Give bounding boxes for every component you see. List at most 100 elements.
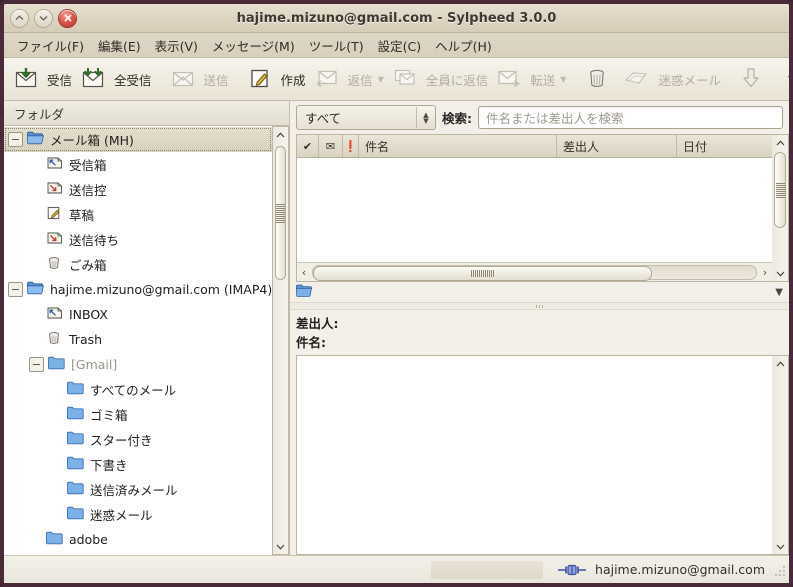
list-scroll-track[interactable] <box>772 150 788 266</box>
menu-view[interactable]: 表示(V) <box>148 33 205 58</box>
send-button[interactable]: 送信 <box>167 65 234 94</box>
delete-button[interactable] <box>581 64 619 95</box>
menu-edit[interactable]: 編集(E) <box>91 33 148 58</box>
compose-button[interactable]: 作成 <box>244 65 311 94</box>
receive-all-button[interactable]: 全受信 <box>77 65 157 94</box>
message-list-vscrollbar[interactable] <box>772 134 789 282</box>
folder-strip-dropdown-icon[interactable]: ▼ <box>775 287 783 298</box>
hscroll-thumb[interactable] <box>313 265 652 281</box>
maximize-button[interactable] <box>34 8 53 28</box>
body-scroll-down-icon[interactable] <box>772 539 788 554</box>
folder-item-13[interactable]: 下書き <box>4 452 272 477</box>
search-input[interactable]: 件名または差出人を検索 <box>478 106 783 129</box>
toolbar-overflow-button[interactable]: ▼ <box>782 70 789 89</box>
send-label: 送信 <box>203 72 229 88</box>
list-scroll-down-icon[interactable] <box>772 266 788 281</box>
folder-item-label: hajime.mizuno@gmail.com (IMAP4) <box>50 282 272 297</box>
window-buttons <box>10 8 77 28</box>
resize-grip-icon[interactable] <box>773 564 785 576</box>
message-from-line: 差出人: <box>296 314 789 333</box>
folder-item-1[interactable]: 受信箱 <box>4 152 272 177</box>
filter-dropdown[interactable]: すべて ▲ ▼ <box>296 105 436 130</box>
hscroll-right-icon[interactable]: › <box>758 266 772 279</box>
inbox-icon <box>46 306 63 323</box>
scroll-up-icon[interactable] <box>273 127 288 142</box>
col-subject[interactable]: 件名 <box>359 135 557 157</box>
folder-item-label: 受信箱 <box>69 158 107 173</box>
message-list-hscrollbar[interactable]: ‹ › <box>297 262 772 281</box>
message-body-vscrollbar[interactable] <box>772 355 789 555</box>
folder-item-17[interactable]: air.ad.jp <box>4 552 272 555</box>
menu-message[interactable]: メッセージ(M) <box>205 33 302 58</box>
message-body[interactable] <box>296 355 772 555</box>
folder-pane: フォルダ − メール箱 (MH) 受信箱 送信控 草稿 送信待ち ごみ箱 − hajime.mi… <box>4 101 290 555</box>
folder-icon <box>67 506 84 523</box>
folder-item-15[interactable]: 迷惑メール <box>4 502 272 527</box>
body-scroll-track[interactable] <box>772 371 788 539</box>
col-attach[interactable]: ❗ <box>343 135 359 157</box>
menu-tools[interactable]: ツール(T) <box>302 33 371 58</box>
folder-expander-icon[interactable]: − <box>29 357 44 372</box>
folder-scroll-thumb[interactable] <box>275 146 286 280</box>
message-list-rows[interactable] <box>297 158 772 262</box>
forward-dropdown-arrow[interactable]: ▼ <box>560 75 566 84</box>
junk-button[interactable]: 迷惑メール <box>619 65 726 94</box>
col-unread[interactable]: ✉ <box>319 135 343 157</box>
title-bar: hajime.mizuno@gmail.com - Sylpheed 3.0.0 <box>4 4 789 33</box>
chevron-down-icon[interactable]: ▼ <box>788 73 789 86</box>
folder-icon <box>48 356 65 373</box>
list-scroll-thumb[interactable] <box>774 152 786 228</box>
folder-item-7[interactable]: INBOX <box>4 302 272 327</box>
folder-scrollbar[interactable] <box>272 126 289 555</box>
folder-item-14[interactable]: 送信済みメール <box>4 477 272 502</box>
folder-expander-icon[interactable]: − <box>8 132 23 147</box>
hscroll-track[interactable] <box>312 264 757 281</box>
menu-config[interactable]: 設定(C) <box>371 33 428 58</box>
folder-item-2[interactable]: 送信控 <box>4 177 272 202</box>
folder-item-9[interactable]: − [Gmail] <box>4 352 272 377</box>
col-date[interactable]: 日付 <box>677 135 781 157</box>
folder-item-3[interactable]: 草稿 <box>4 202 272 227</box>
folder-item-8[interactable]: Trash <box>4 327 272 352</box>
menu-help[interactable]: ヘルプ(H) <box>428 33 499 58</box>
folder-item-0[interactable]: − メール箱 (MH) <box>4 127 272 152</box>
folder-tree[interactable]: − メール箱 (MH) 受信箱送信控 草稿 送信待ち ごみ箱 − hajime.mizuno@… <box>4 126 272 555</box>
right-pane: すべて ▲ ▼ 検索: 件名または差出人を検索 ✔ ✉ ❗ 件名 差出人 日付 ‹ <box>290 101 789 555</box>
list-scroll-up-icon[interactable] <box>772 135 788 150</box>
folder-item-4[interactable]: 送信待ち <box>4 227 272 252</box>
reply-button[interactable]: 返信 ▼ <box>311 66 389 93</box>
receive-mail-icon <box>15 66 37 91</box>
folder-item-6[interactable]: − hajime.mizuno@gmail.com (IMAP4) <box>4 277 272 302</box>
col-from[interactable]: 差出人 <box>557 135 677 157</box>
folder-tree-wrap: − メール箱 (MH) 受信箱送信控 草稿 送信待ち ごみ箱 − hajime.mizuno@… <box>4 126 289 555</box>
pane-divider[interactable] <box>290 302 789 310</box>
queue-icon <box>46 231 63 248</box>
minimize-button[interactable] <box>10 8 29 28</box>
col-mark[interactable]: ✔ <box>297 135 319 157</box>
folder-item-10[interactable]: すべてのメール <box>4 377 272 402</box>
menu-file[interactable]: ファイル(F) <box>10 33 91 58</box>
close-button[interactable] <box>58 8 77 28</box>
body-scroll-up-icon[interactable] <box>772 356 788 371</box>
folder-item-16[interactable]: adobe <box>4 527 272 552</box>
window-title: hajime.mizuno@gmail.com - Sylpheed 3.0.0 <box>236 10 557 26</box>
folder-scroll-track[interactable] <box>273 142 288 539</box>
receive-button[interactable]: 受信 <box>10 65 77 94</box>
forward-button[interactable]: 転送 ▼ <box>493 66 571 93</box>
spinner-arrows-icon[interactable]: ▲ ▼ <box>416 107 435 128</box>
reply-all-button[interactable]: 全員に返信 <box>389 66 494 93</box>
folder-item-5[interactable]: ごみ箱 <box>4 252 272 277</box>
reply-dropdown-arrow[interactable]: ▼ <box>378 75 384 84</box>
message-list[interactable]: ✔ ✉ ❗ 件名 差出人 日付 ‹ › <box>296 134 781 282</box>
hscroll-left-icon[interactable]: ‹ <box>297 266 311 279</box>
folder-expander-icon[interactable]: − <box>8 282 23 297</box>
forward-icon <box>498 69 520 90</box>
scroll-down-icon[interactable] <box>273 539 288 554</box>
compose-icon <box>249 68 271 91</box>
folder-item-12[interactable]: スター付き <box>4 427 272 452</box>
hscroll-grip-icon <box>470 269 494 277</box>
trash-icon <box>586 67 608 92</box>
folder-item-11[interactable]: ゴミ箱 <box>4 402 272 427</box>
next-button[interactable] <box>736 64 772 95</box>
outbox-icon <box>46 181 63 198</box>
